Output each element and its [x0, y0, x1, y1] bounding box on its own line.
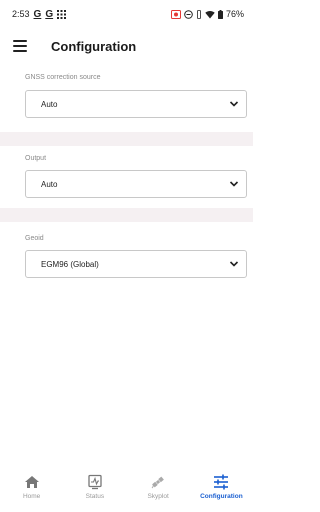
- wifi-icon: [205, 10, 215, 18]
- gnss-correction-value: Auto: [41, 99, 58, 109]
- chevron-down-icon: [229, 181, 239, 187]
- page-title: Configuration: [51, 38, 137, 54]
- status-time: 2:53: [12, 9, 30, 19]
- gnss-correction-label: GNSS correction source: [25, 74, 101, 81]
- battery-percent: 76%: [225, 9, 244, 19]
- geoid-value: EGM96 (Global): [41, 259, 99, 269]
- nav-label-status: Status: [85, 493, 105, 500]
- geoid-select[interactable]: EGM96 (Global): [25, 250, 247, 278]
- app-bar: Configuration: [0, 28, 253, 64]
- geoid-section: Geoid EGM96 (Global): [0, 222, 253, 470]
- battery-icon: [217, 9, 223, 19]
- status-icon: [88, 474, 102, 490]
- status-right: 76%: [170, 9, 244, 19]
- dnd-icon: [184, 9, 193, 19]
- geoid-label: Geoid: [25, 235, 44, 242]
- menu-icon[interactable]: [13, 40, 27, 52]
- configuration-screen: 2:53 G G 76% Configuration GNSS correcti…: [0, 0, 253, 512]
- nav-item-status[interactable]: Status: [63, 470, 126, 512]
- gnss-correction-section: GNSS correction source Auto: [0, 64, 253, 132]
- chevron-down-icon: [229, 261, 239, 267]
- chevron-down-icon: [229, 101, 239, 107]
- output-section: Output Auto: [0, 146, 253, 208]
- nav-label-skyplot: Skyplot: [147, 493, 169, 500]
- output-label: Output: [25, 155, 47, 162]
- screen-record-icon: [170, 9, 181, 19]
- bottom-navigation: Home Status Skyplot Configuration: [0, 470, 253, 512]
- nav-item-configuration[interactable]: Configuration: [190, 470, 253, 512]
- google-notification-icon: G: [33, 8, 42, 20]
- status-bar: 2:53 G G 76%: [0, 0, 253, 28]
- home-icon: [24, 476, 39, 488]
- satellite-icon: [151, 476, 165, 489]
- tune-icon: [214, 474, 229, 490]
- section-divider: [0, 132, 253, 146]
- output-select[interactable]: Auto: [25, 170, 247, 198]
- nav-label-configuration: Configuration: [200, 493, 243, 500]
- section-divider: [0, 208, 253, 222]
- grid-icon: [57, 9, 67, 19]
- gnss-correction-select[interactable]: Auto: [25, 90, 247, 118]
- output-value: Auto: [41, 179, 58, 189]
- nav-item-home[interactable]: Home: [0, 470, 63, 512]
- vibrate-icon: [197, 9, 201, 19]
- google-notification-icon-2: G: [45, 8, 54, 20]
- nav-label-home: Home: [22, 493, 41, 500]
- status-left: 2:53 G G: [12, 8, 67, 20]
- nav-item-skyplot[interactable]: Skyplot: [127, 470, 190, 512]
